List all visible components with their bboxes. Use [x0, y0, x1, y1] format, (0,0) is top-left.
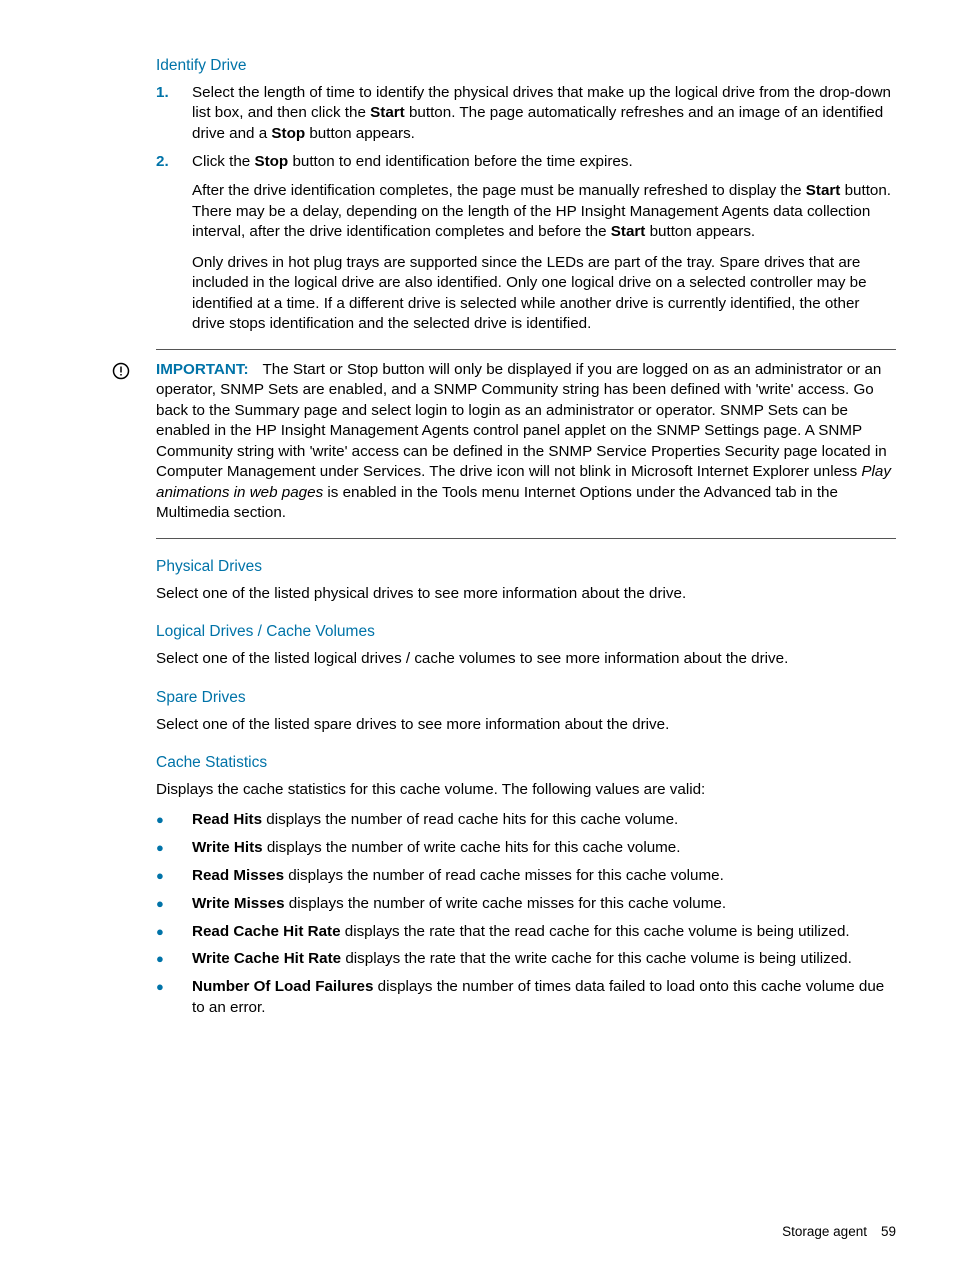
step-number: 2. [156, 152, 192, 173]
list-item: ●Read Misses displays the number of read… [156, 866, 896, 887]
bullet-icon: ● [156, 866, 192, 887]
heading-spare-drives: Spare Drives [156, 688, 896, 709]
bullet-icon: ● [156, 894, 192, 915]
important-note: IMPORTANT:The Start or Stop button will … [156, 360, 896, 524]
important-label: IMPORTANT: [156, 361, 249, 378]
heading-logical-drives: Logical Drives / Cache Volumes [156, 622, 896, 643]
divider [156, 349, 896, 350]
bullet-icon: ● [156, 977, 192, 1018]
bullet-icon: ● [156, 810, 192, 831]
list-item: ●Number Of Load Failures displays the nu… [156, 977, 896, 1018]
paragraph: Only drives in hot plug trays are suppor… [192, 253, 896, 335]
identify-steps-list: 1. Select the length of time to identify… [156, 83, 896, 173]
paragraph: Displays the cache statistics for this c… [156, 780, 896, 801]
cache-statistics-list: ●Read Hits displays the number of read c… [156, 810, 896, 1018]
page-footer: Storage agent 59 [782, 1223, 896, 1241]
paragraph: Select one of the listed logical drives … [156, 649, 896, 670]
bullet-icon: ● [156, 922, 192, 943]
list-item: 2. Click the Stop button to end identifi… [156, 152, 896, 173]
list-item: ●Write Misses displays the number of wri… [156, 894, 896, 915]
footer-section: Storage agent [782, 1224, 867, 1239]
paragraph: After the drive identification completes… [192, 181, 896, 243]
list-item: ●Write Hits displays the number of write… [156, 838, 896, 859]
list-item: 1. Select the length of time to identify… [156, 83, 896, 145]
bullet-icon: ● [156, 838, 192, 859]
step-text: Select the length of time to identify th… [192, 83, 896, 145]
heading-physical-drives: Physical Drives [156, 557, 896, 578]
list-item: ●Read Cache Hit Rate displays the rate t… [156, 922, 896, 943]
heading-identify-drive: Identify Drive [156, 56, 896, 77]
list-item: ●Write Cache Hit Rate displays the rate … [156, 949, 896, 970]
document-page: Identify Drive 1. Select the length of t… [0, 0, 954, 1271]
heading-cache-statistics: Cache Statistics [156, 753, 896, 774]
divider [156, 538, 896, 539]
paragraph: Select one of the listed spare drives to… [156, 715, 896, 736]
step-number: 1. [156, 83, 192, 145]
page-number: 59 [881, 1224, 896, 1239]
paragraph: Select one of the listed physical drives… [156, 584, 896, 605]
bullet-icon: ● [156, 949, 192, 970]
step-text: Click the Stop button to end identificat… [192, 152, 896, 173]
list-item: ●Read Hits displays the number of read c… [156, 810, 896, 831]
important-icon [112, 362, 130, 380]
